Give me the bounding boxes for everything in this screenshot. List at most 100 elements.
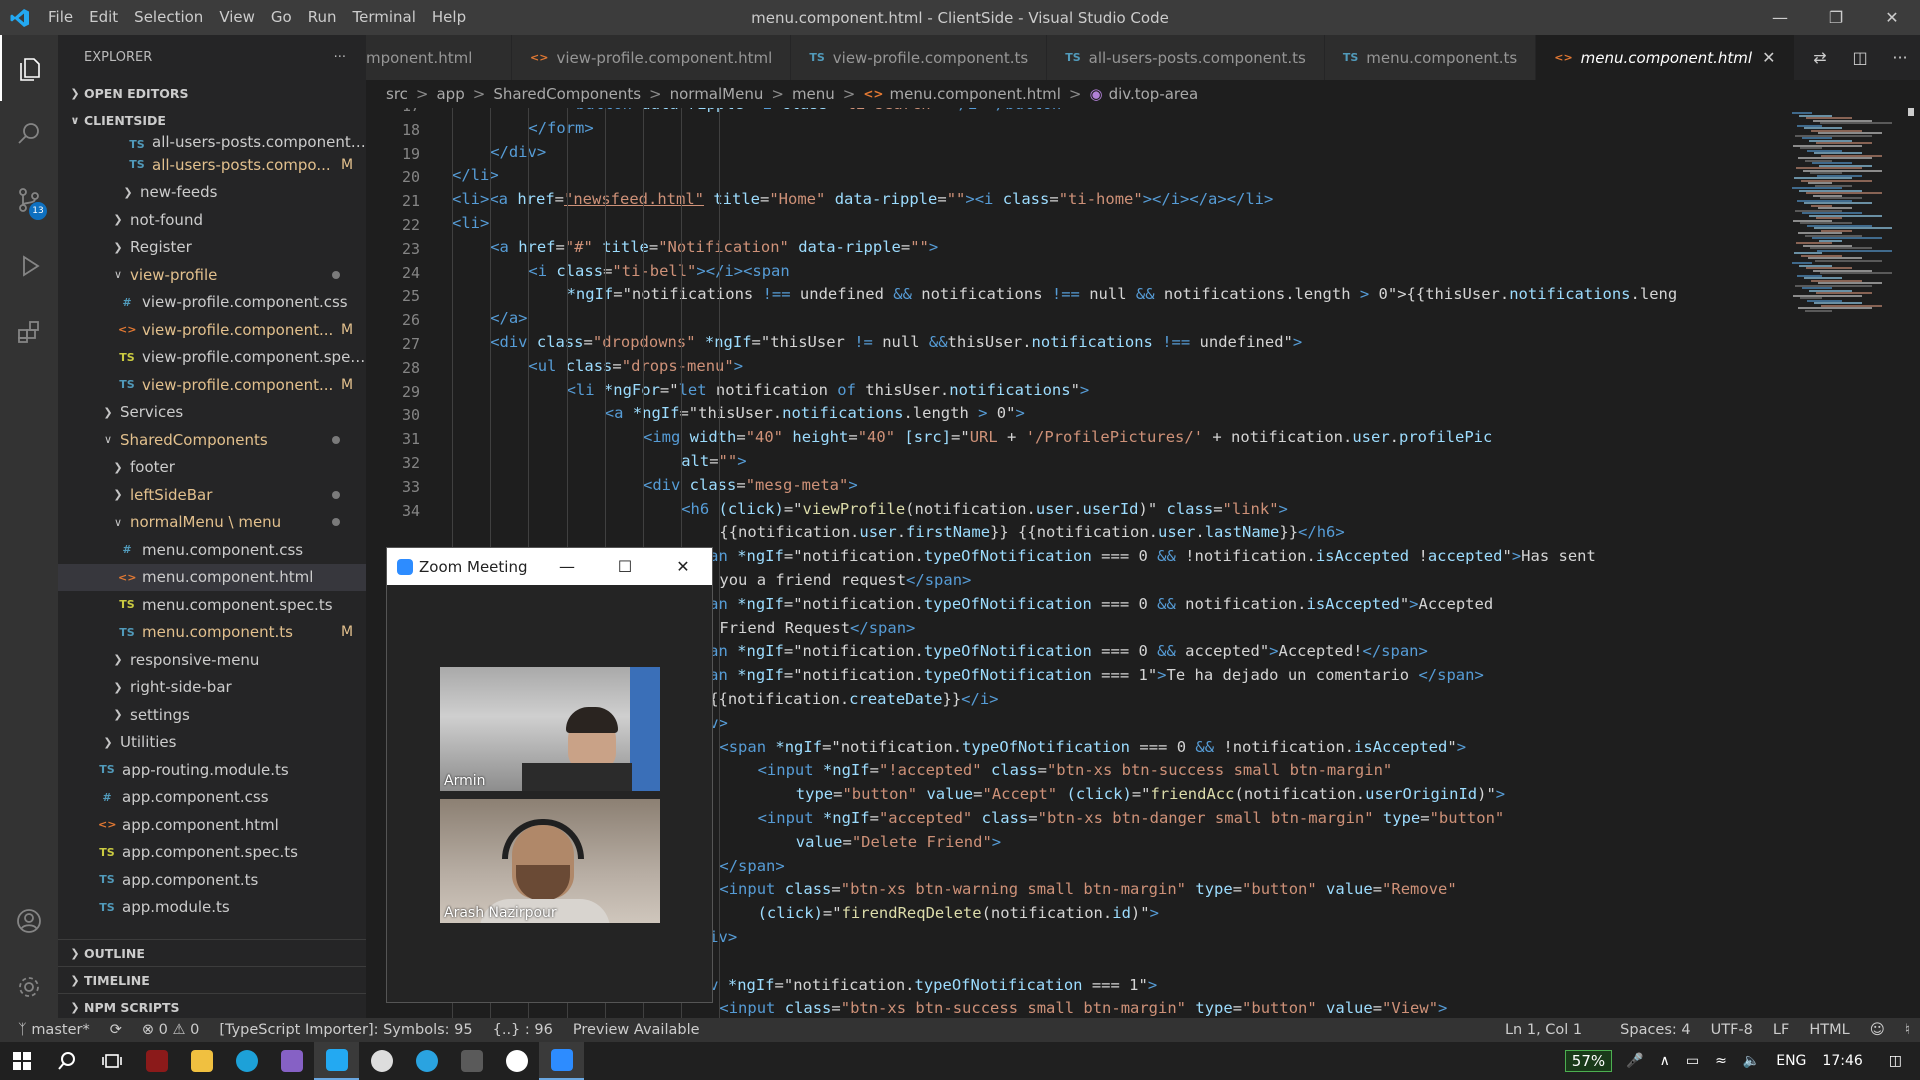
notifications-bell-icon[interactable]: ♮ bbox=[1895, 1022, 1920, 1038]
more-actions-icon[interactable]: ··· bbox=[1880, 48, 1920, 67]
tree-file[interactable]: # view-profile.component.css bbox=[58, 289, 366, 317]
tree-file[interactable]: TS all-users-posts.compo... M bbox=[58, 151, 366, 179]
braces-status[interactable]: {..} : 96 bbox=[483, 1022, 563, 1038]
zoom-minimize-button[interactable]: — bbox=[538, 557, 596, 576]
slack-icon[interactable] bbox=[494, 1042, 539, 1080]
tree-folder[interactable]: ❯ not-found bbox=[58, 206, 366, 234]
account-icon[interactable] bbox=[0, 888, 58, 954]
end-of-line[interactable]: LF bbox=[1763, 1022, 1799, 1038]
volume-icon[interactable]: 🔈 bbox=[1735, 1053, 1768, 1069]
tree-file-selected[interactable]: <> menu.component.html bbox=[58, 563, 366, 591]
open-changes-icon[interactable]: ⇄ bbox=[1800, 48, 1840, 67]
minimize-button[interactable]: — bbox=[1752, 0, 1808, 35]
tree-file[interactable]: <> view-profile.component... M bbox=[58, 316, 366, 344]
scrollbar-thumb[interactable] bbox=[1908, 108, 1914, 116]
tree-folder[interactable]: ❯ Register bbox=[58, 234, 366, 262]
preview-status[interactable]: Preview Available bbox=[563, 1022, 710, 1038]
clock[interactable]: 17:46 bbox=[1814, 1053, 1870, 1069]
mic-icon[interactable]: 🎤 bbox=[1618, 1053, 1651, 1069]
project-section[interactable]: ∨ CLIENTSIDE bbox=[58, 107, 366, 134]
visual-studio-icon[interactable] bbox=[269, 1042, 314, 1080]
tree-folder[interactable]: ∨ view-profile bbox=[58, 261, 366, 289]
app-icon-game[interactable] bbox=[134, 1042, 179, 1080]
edge-browser-icon[interactable] bbox=[224, 1042, 269, 1080]
video-tile-arash[interactable]: Arash Nazirpour bbox=[440, 799, 660, 923]
outline-section[interactable]: ❯ OUTLINE bbox=[58, 939, 366, 966]
breadcrumb-item[interactable]: menu.component.html bbox=[889, 85, 1060, 103]
run-debug-icon[interactable] bbox=[0, 233, 58, 299]
tree-file[interactable]: TS menu.component.ts M bbox=[58, 619, 366, 647]
open-editors-section[interactable]: ❯ OPEN EDITORS bbox=[58, 80, 366, 107]
chevron-up-icon[interactable]: ∧ bbox=[1652, 1053, 1678, 1069]
menu-terminal[interactable]: Terminal bbox=[345, 0, 424, 35]
importer-status[interactable]: [TypeScript Importer]: Symbols: 95 bbox=[209, 1022, 482, 1038]
close-button[interactable]: ✕ bbox=[1864, 0, 1920, 35]
breadcrumb-item[interactable]: app bbox=[436, 85, 464, 103]
explorer-icon[interactable] bbox=[0, 35, 58, 101]
minimap[interactable] bbox=[1782, 108, 1902, 1020]
menu-file[interactable]: File bbox=[40, 0, 81, 35]
tree-folder[interactable]: ❯ right-side-bar bbox=[58, 674, 366, 702]
windows-start-icon[interactable] bbox=[0, 1042, 44, 1080]
zoom-close-button[interactable]: ✕ bbox=[654, 557, 712, 576]
video-tile-armin[interactable]: Armin bbox=[440, 667, 660, 791]
tab-all-users-posts-ts[interactable]: TS all-users-posts.component.ts bbox=[1047, 35, 1325, 80]
tab-menu-ts[interactable]: TS menu.component.ts bbox=[1324, 35, 1537, 80]
tree-file[interactable]: TS app-routing.module.ts bbox=[58, 756, 366, 784]
tab-view-profile-ts[interactable]: TS view-profile.component.ts bbox=[791, 35, 1048, 80]
language-mode[interactable]: HTML bbox=[1799, 1022, 1859, 1038]
tree-file[interactable]: # menu.component.css bbox=[58, 536, 366, 564]
npm-scripts-section[interactable]: ❯ NPM SCRIPTS bbox=[58, 993, 366, 1020]
battery-icon[interactable]: ▭ bbox=[1678, 1053, 1707, 1069]
menu-help[interactable]: Help bbox=[424, 0, 474, 35]
vertical-scrollbar[interactable] bbox=[1902, 108, 1920, 1020]
tree-file[interactable]: TS app.component.spec.ts bbox=[58, 839, 366, 867]
obs-icon[interactable] bbox=[359, 1042, 404, 1080]
menu-selection[interactable]: Selection bbox=[126, 0, 211, 35]
feedback-icon[interactable]: ☺ bbox=[1860, 1022, 1895, 1038]
tree-file[interactable]: TS view-profile.component.spec.ts bbox=[58, 344, 366, 372]
tree-file[interactable]: TS view-profile.component... M bbox=[58, 371, 366, 399]
search-icon[interactable] bbox=[44, 1042, 89, 1080]
tree-file[interactable]: TS app.component.ts bbox=[58, 866, 366, 894]
source-control-icon[interactable]: 13 bbox=[0, 167, 58, 233]
encoding[interactable]: UTF-8 bbox=[1701, 1022, 1763, 1038]
breadcrumb-item[interactable]: div.top-area bbox=[1109, 85, 1199, 103]
indentation[interactable]: Spaces: 4 bbox=[1610, 1022, 1700, 1038]
menu-view[interactable]: View bbox=[211, 0, 263, 35]
branch-indicator[interactable]: ᛉ master* bbox=[0, 1022, 100, 1038]
tree-file[interactable]: TS app.module.ts bbox=[58, 894, 366, 922]
close-tab-icon[interactable]: ✕ bbox=[1762, 48, 1775, 67]
tree-folder[interactable]: ∨ SharedComponents bbox=[58, 426, 366, 454]
search-icon[interactable] bbox=[0, 101, 58, 167]
tree-file[interactable]: TS menu.component.spec.ts bbox=[58, 591, 366, 619]
timeline-section[interactable]: ❯ TIMELINE bbox=[58, 966, 366, 993]
tree-folder[interactable]: ❯ settings bbox=[58, 701, 366, 729]
breadcrumb-item[interactable]: src bbox=[386, 85, 408, 103]
tab-view-profile-html[interactable]: <> view-profile.component.html bbox=[512, 35, 792, 80]
tab-mponent-html[interactable]: mponent.html bbox=[366, 35, 512, 80]
wifi-icon[interactable]: ≈ bbox=[1707, 1053, 1735, 1069]
notification-center-icon[interactable]: ◫ bbox=[1871, 1053, 1920, 1069]
menu-run[interactable]: Run bbox=[300, 0, 345, 35]
zoom-taskbar-icon[interactable] bbox=[539, 1042, 584, 1080]
settings-gear-icon[interactable] bbox=[0, 954, 58, 1020]
breadcrumb-item[interactable]: normalMenu bbox=[670, 85, 764, 103]
menu-edit[interactable]: Edit bbox=[81, 0, 126, 35]
tree-folder[interactable]: ❯ responsive-menu bbox=[58, 646, 366, 674]
tree-folder[interactable]: ❯ footer bbox=[58, 454, 366, 482]
file-explorer-icon[interactable] bbox=[179, 1042, 224, 1080]
problems-indicator[interactable]: ⊗ 0 ⚠ 0 bbox=[132, 1022, 209, 1038]
tree-folder[interactable]: ❯ Utilities bbox=[58, 729, 366, 757]
tree-file[interactable]: <> app.component.html bbox=[58, 811, 366, 839]
snipping-tool-icon[interactable] bbox=[449, 1042, 494, 1080]
tree-folder[interactable]: ∨ normalMenu \ menu bbox=[58, 509, 366, 537]
task-view-icon[interactable] bbox=[89, 1042, 134, 1080]
tree-folder[interactable]: ❯ Services bbox=[58, 399, 366, 427]
sync-icon[interactable]: ⟳ bbox=[100, 1022, 132, 1038]
tree-file[interactable]: # app.component.css bbox=[58, 784, 366, 812]
restore-button[interactable]: ❐ bbox=[1808, 0, 1864, 35]
tree-file[interactable]: TS all-users-posts.component.s... bbox=[58, 134, 366, 151]
tree-folder[interactable]: ❯ leftSideBar bbox=[58, 481, 366, 509]
tree-folder[interactable]: ❯ new-feeds bbox=[58, 179, 366, 207]
